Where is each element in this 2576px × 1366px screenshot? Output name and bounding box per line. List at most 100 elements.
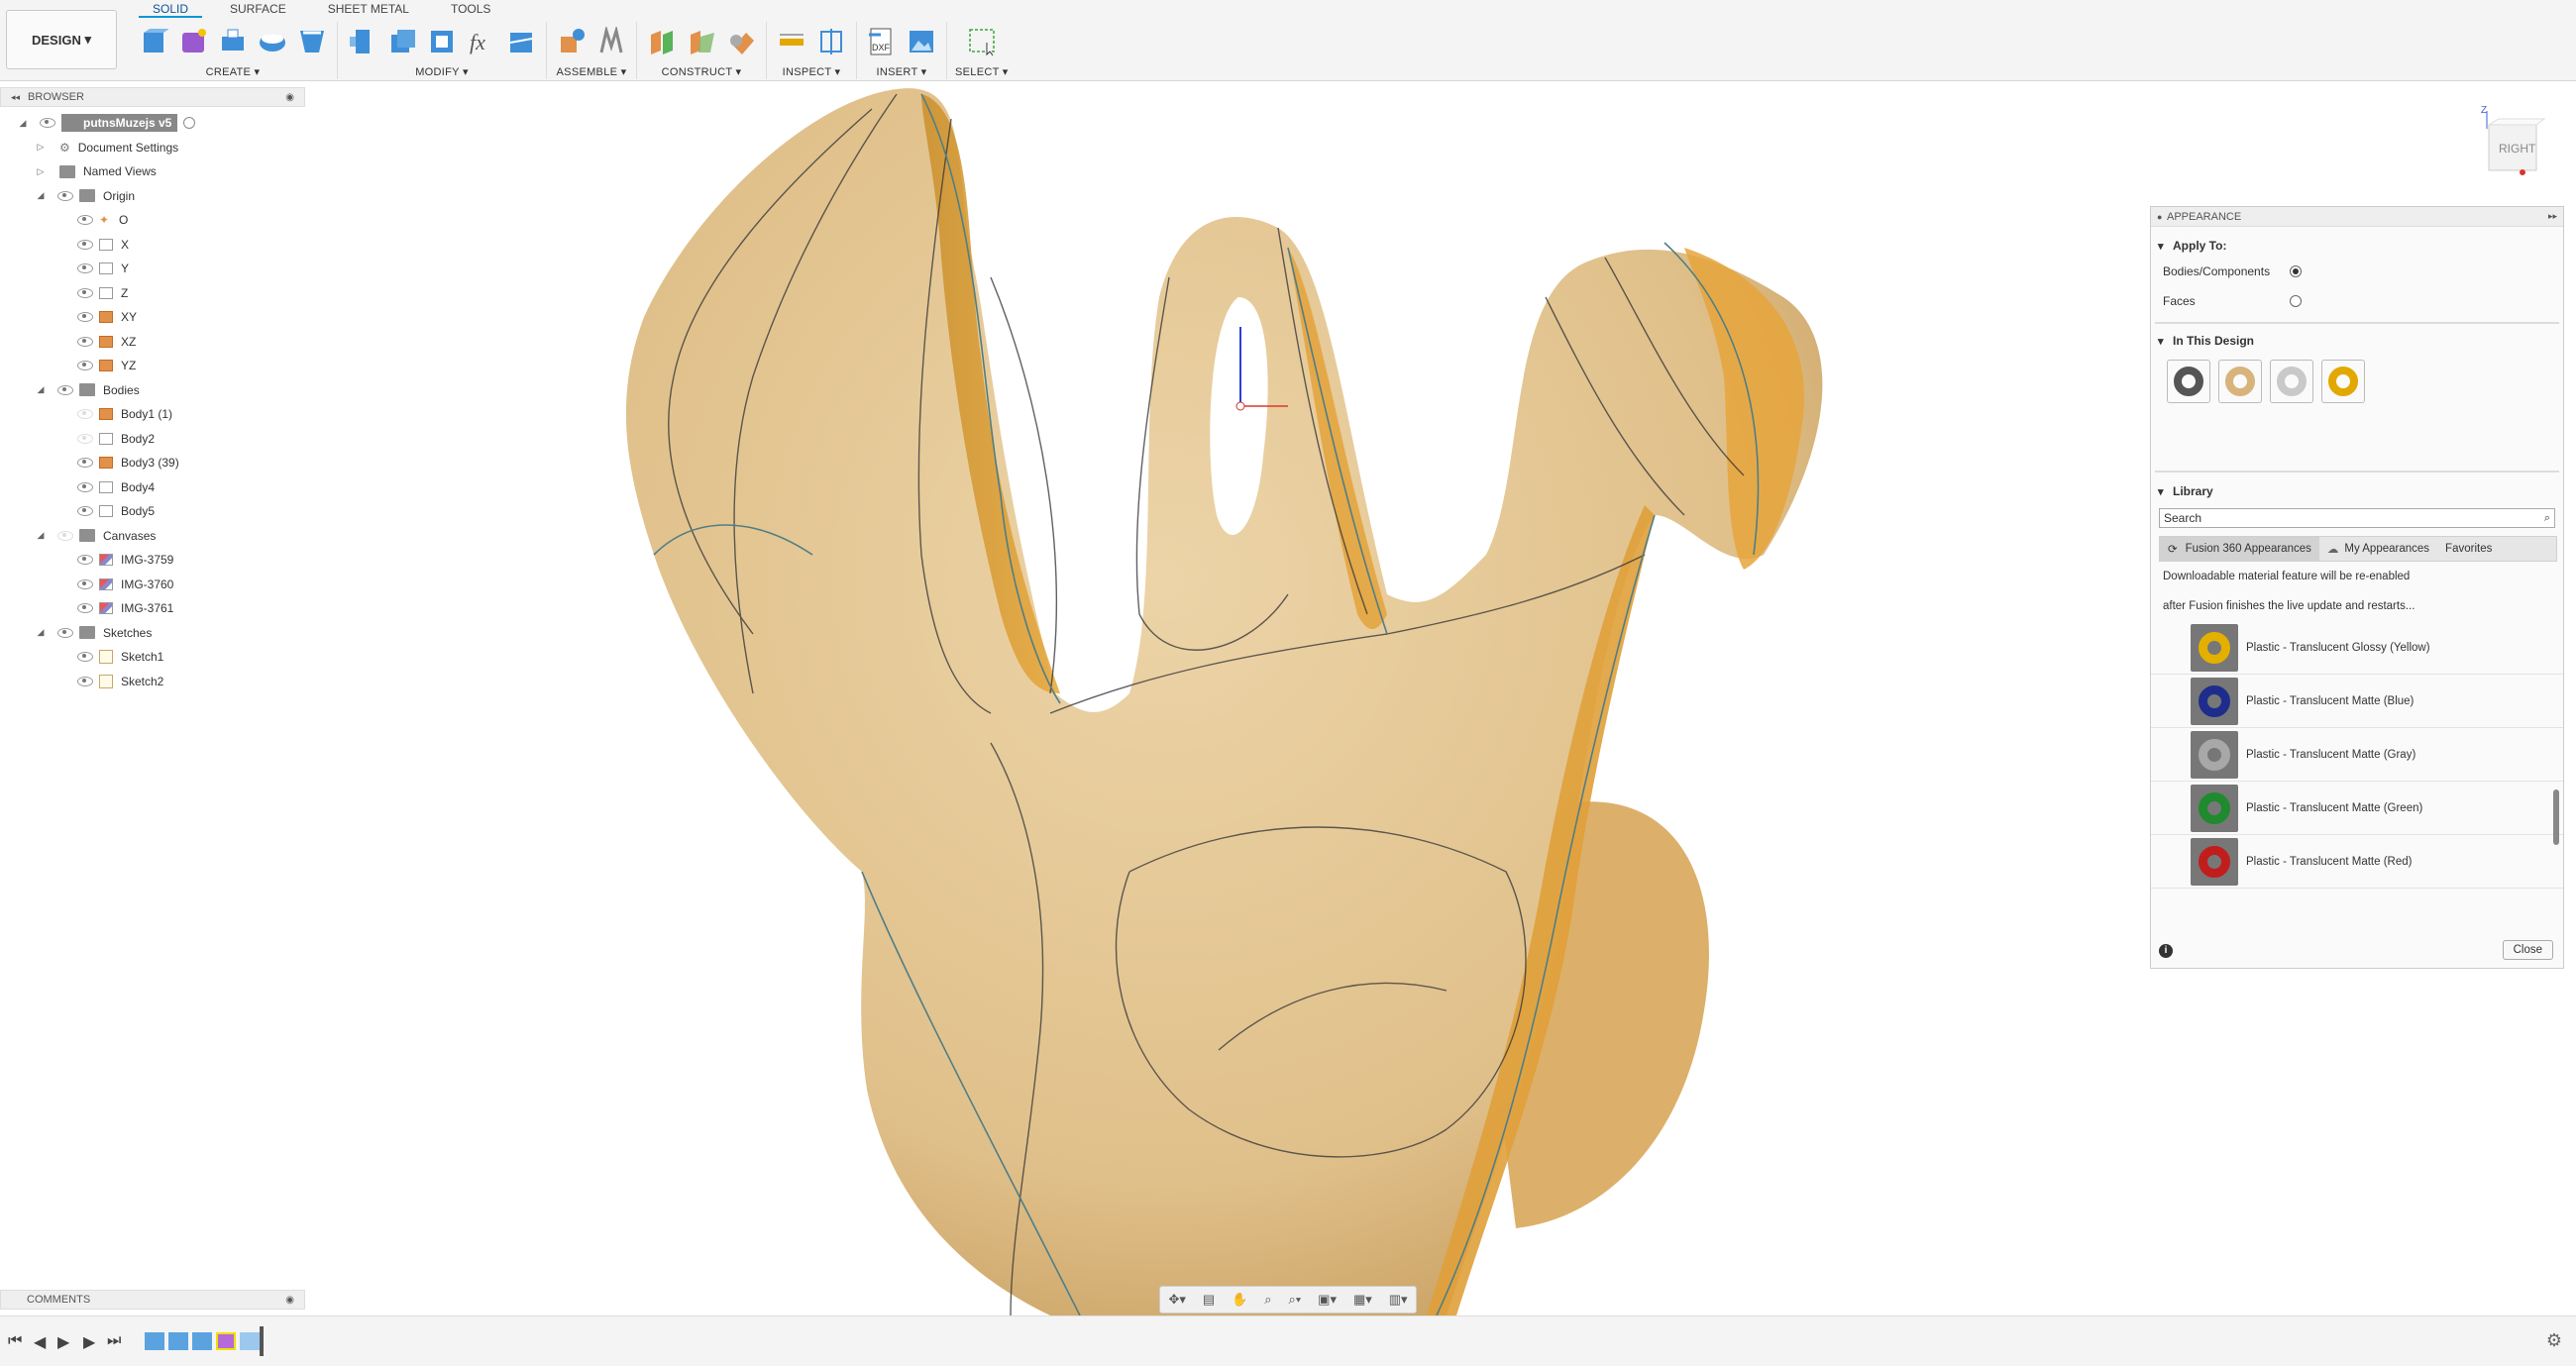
select-menu[interactable]: SELECT ▾ [955, 65, 1009, 78]
step-back-icon[interactable]: ◀ [34, 1332, 46, 1352]
visibility-icon[interactable] [77, 433, 93, 444]
appearance-header[interactable]: ● APPEARANCE ▸▸ [2151, 207, 2563, 227]
visibility-icon[interactable] [57, 384, 73, 395]
visibility-icon[interactable] [77, 578, 93, 589]
library-section[interactable]: Library [2151, 480, 2563, 502]
timeline-marker[interactable] [260, 1326, 264, 1356]
display-settings-icon[interactable]: ▣▾ [1318, 1292, 1337, 1308]
canvas-feature-icon[interactable] [145, 1332, 164, 1350]
tree-origin[interactable]: ◢ Origin [0, 184, 305, 209]
material-item[interactable]: Plastic - Translucent Matte (Green) [2151, 782, 2563, 835]
canvas-feature-icon[interactable] [168, 1332, 188, 1350]
tree-canvas-3759[interactable]: IMG-3759 [0, 548, 305, 573]
tree-sketch1[interactable]: Sketch1 [0, 645, 305, 670]
tree-canvases[interactable]: ◢ Canvases [0, 524, 305, 549]
visibility-icon[interactable] [57, 190, 73, 201]
tree-canvas-3761[interactable]: IMG-3761 [0, 596, 305, 621]
sweep-icon[interactable] [295, 25, 329, 58]
collapse-icon[interactable]: ◢ [36, 627, 46, 638]
visibility-icon[interactable] [77, 239, 93, 250]
canvas-feature-icon[interactable] [192, 1332, 212, 1350]
tree-origin-point[interactable]: ✦ O [0, 208, 305, 233]
visibility-icon[interactable] [77, 287, 93, 298]
expand-icon[interactable]: ▷ [36, 142, 46, 153]
insert-menu[interactable]: INSERT ▾ [877, 65, 927, 78]
measure-icon[interactable] [775, 25, 808, 58]
split-body-icon[interactable] [504, 25, 538, 58]
material-item[interactable]: Plastic - Translucent Matte (Blue) [2151, 675, 2563, 728]
tab-tools[interactable]: TOOLS [437, 0, 504, 18]
sketch-feature-icon[interactable] [240, 1332, 260, 1350]
form-icon[interactable] [176, 25, 210, 58]
collapse-icon[interactable]: ◢ [36, 190, 46, 201]
apply-faces-option[interactable]: Faces [2151, 286, 2563, 316]
in-this-design-section[interactable]: In This Design [2151, 330, 2563, 352]
comments-pin-icon[interactable]: ◉ [285, 1295, 294, 1306]
collapse-browser-icon[interactable]: ◂◂ [11, 92, 20, 103]
tree-root[interactable]: ◢ putnsMuzejs v5 [0, 111, 305, 136]
visibility-icon[interactable] [77, 215, 93, 226]
step-forward-icon[interactable]: ▶ [83, 1332, 95, 1352]
fit-icon[interactable]: ⌕▾ [1288, 1292, 1301, 1308]
tab-surface[interactable]: SURFACE [216, 0, 300, 18]
visibility-icon[interactable] [77, 555, 93, 566]
tab-my-appearances[interactable]: ☁ My Appearances [2319, 537, 2437, 561]
grid-settings-icon[interactable]: ▦▾ [1353, 1292, 1372, 1308]
tree-named-views[interactable]: ▷ Named Views [0, 159, 305, 184]
new-component-icon[interactable] [137, 25, 170, 58]
tree-z-axis[interactable]: Z [0, 281, 305, 306]
visibility-icon[interactable] [57, 530, 73, 541]
assemble-menu[interactable]: ASSEMBLE ▾ [557, 65, 627, 78]
zoom-icon[interactable]: ⌕ [1264, 1292, 1271, 1308]
as-built-joint-icon[interactable] [594, 25, 628, 58]
material-item[interactable]: Plastic - Translucent Matte (Gray) [2151, 728, 2563, 782]
tangent-plane-icon[interactable] [724, 25, 758, 58]
visibility-icon[interactable] [77, 336, 93, 347]
timeline-settings-gear-icon[interactable]: ⚙ [2546, 1330, 2562, 1351]
tree-sketches[interactable]: ◢ Sketches [0, 621, 305, 646]
library-search-input[interactable]: Search ⌕ [2159, 508, 2555, 528]
tab-fusion-appearances[interactable]: ⟳ Fusion 360 Appearances [2160, 537, 2319, 561]
collapse-icon[interactable]: ◢ [36, 530, 46, 541]
viewports-icon[interactable]: ▥▾ [1389, 1292, 1408, 1308]
visibility-icon[interactable] [77, 361, 93, 371]
tree-xy-plane[interactable]: XY [0, 305, 305, 330]
search-icon[interactable]: ⌕ [2544, 512, 2550, 525]
create-menu[interactable]: CREATE ▾ [206, 65, 261, 78]
press-pull-icon[interactable] [346, 25, 379, 58]
collapse-icon[interactable]: ◢ [18, 118, 28, 129]
tree-y-axis[interactable]: Y [0, 257, 305, 281]
visibility-icon[interactable] [40, 118, 55, 129]
revolve-icon[interactable] [256, 25, 289, 58]
go-to-start-icon[interactable]: ⏮ [8, 1332, 22, 1350]
material-item[interactable]: Plastic - Translucent Matte (Red) [2151, 835, 2563, 889]
extrude-icon[interactable] [216, 25, 250, 58]
close-button[interactable]: Close [2502, 940, 2553, 960]
design-swatch[interactable] [2218, 360, 2262, 403]
refresh-icon[interactable]: ⟳ [2168, 542, 2178, 556]
pan-icon[interactable]: ✋ [1232, 1292, 1247, 1308]
offset-plane-icon[interactable] [645, 25, 679, 58]
visibility-icon[interactable] [77, 676, 93, 686]
design-swatch[interactable] [2270, 360, 2313, 403]
tree-body2[interactable]: Body2 [0, 427, 305, 452]
new-joint-icon[interactable] [555, 25, 589, 58]
inspect-menu[interactable]: INSPECT ▾ [783, 65, 841, 78]
faces-radio[interactable] [2290, 295, 2302, 307]
insert-dxf-icon[interactable]: DXF [865, 25, 899, 58]
parameters-icon[interactable]: fx [465, 25, 498, 58]
fillet-icon[interactable] [385, 25, 419, 58]
tree-x-axis[interactable]: X [0, 233, 305, 258]
tree-body5[interactable]: Body5 [0, 499, 305, 524]
collapse-icon[interactable]: ◢ [36, 384, 46, 395]
orbit-icon[interactable]: ✥▾ [1168, 1292, 1185, 1308]
visibility-icon[interactable] [77, 652, 93, 663]
select-icon[interactable] [965, 25, 999, 58]
section-analysis-icon[interactable] [814, 25, 848, 58]
go-to-end-icon[interactable]: ⏭ [107, 1332, 121, 1350]
form-feature-icon[interactable] [216, 1332, 236, 1350]
insert-canvas-icon[interactable] [905, 25, 938, 58]
visibility-icon[interactable] [77, 312, 93, 323]
shell-icon[interactable] [425, 25, 459, 58]
visibility-icon[interactable] [57, 627, 73, 638]
